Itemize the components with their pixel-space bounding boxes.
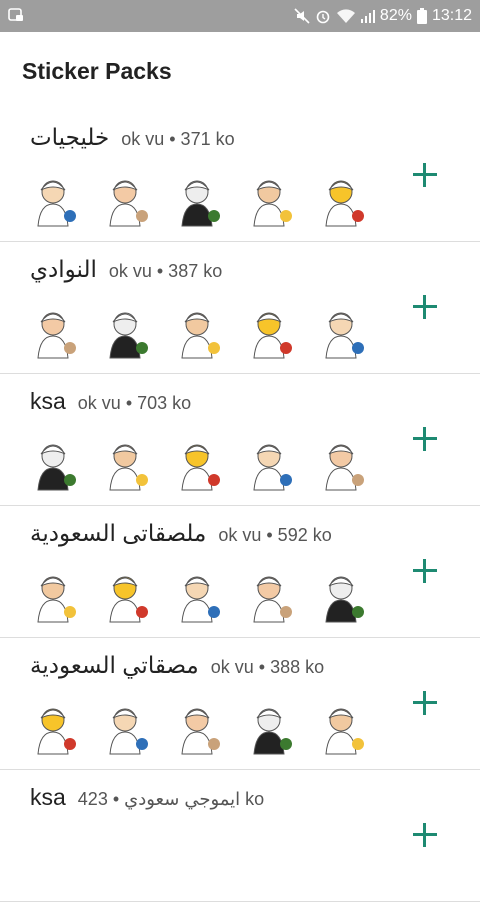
sticker-preview-strip xyxy=(24,170,370,228)
pack-header: مصقاتي السعودية ok vu • 388 ko xyxy=(30,652,324,686)
alarm-icon xyxy=(316,10,330,24)
man-suit-sticker xyxy=(253,180,292,227)
sticker-pack-row[interactable]: ملصقاتى السعودية ok vu • 592 ko xyxy=(0,506,480,638)
pack-name: مصقاتي السعودية xyxy=(30,652,199,678)
sticker-preview-strip xyxy=(24,302,370,360)
pack-meta: ايموجي سعودي • 423 ko xyxy=(77,789,265,809)
app-bar: Sticker Packs xyxy=(0,32,480,110)
add-pack-plus-icon[interactable] xyxy=(412,426,438,452)
emoji-shemagh-5 xyxy=(325,708,364,755)
boy-sticker-4 xyxy=(253,312,292,359)
emoji-shemagh-3 xyxy=(181,708,220,755)
sticker-pack-row[interactable]: النوادي ok vu • 387 ko xyxy=(0,242,480,374)
boy-sticker-2 xyxy=(109,312,148,359)
palm-swords-emblem-sticker xyxy=(325,444,364,491)
wifi-icon xyxy=(336,9,355,23)
sticker-pack-row[interactable]: ksa ايموجي سعودي • 423 ko xyxy=(0,770,480,902)
man-box-sticker xyxy=(325,180,364,227)
screenshot-icon xyxy=(8,8,23,21)
emoji-shemagh-4 xyxy=(253,708,292,755)
signal-icon xyxy=(360,10,375,23)
mute-icon xyxy=(294,8,310,24)
sticker-pack-row[interactable]: مصقاتي السعودية ok vu • 388 ko xyxy=(0,638,480,770)
add-pack-plus-icon[interactable] xyxy=(412,690,438,716)
man-thumbs-up-sticker xyxy=(181,576,220,623)
pack-meta: ok vu • 592 ko xyxy=(218,525,332,545)
pack-header: ksa ok vu • 703 ko xyxy=(30,388,191,422)
king-sketch-sticker xyxy=(37,444,76,491)
battery-percent: 82% xyxy=(379,7,412,24)
status-bar: 82% 13:12 xyxy=(0,0,480,32)
pack-meta: ok vu • 703 ko xyxy=(77,393,192,413)
man-airplane-sticker xyxy=(181,180,220,227)
pack-name: النوادي xyxy=(30,256,97,282)
sticker-pack-list: خليجيات ok vu • 371 ko النوادي ok vu • 387 … xyxy=(0,110,480,902)
boy-sticker-3 xyxy=(181,312,220,359)
add-pack-plus-icon[interactable] xyxy=(412,294,438,320)
man-heart-sticker xyxy=(109,576,148,623)
add-pack-plus-icon[interactable] xyxy=(412,558,438,584)
pack-name: ksa xyxy=(30,784,66,810)
page-title: Sticker Packs xyxy=(22,58,172,84)
pack-name: خليجيات xyxy=(30,124,110,150)
man-car-sticker xyxy=(325,576,364,623)
man-waving-sticker xyxy=(253,576,292,623)
clock: 13:12 xyxy=(431,7,472,24)
prince-sketch-sticker xyxy=(109,444,148,491)
pack-meta: ok vu • 387 ko xyxy=(108,261,223,281)
pack-meta: ok vu • 371 ko xyxy=(121,129,235,149)
pack-header: النوادي ok vu • 387 ko xyxy=(30,256,222,290)
pack-name: ملصقاتى السعودية xyxy=(30,520,207,546)
pack-header: ksa ايموجي سعودي • 423 ko xyxy=(30,784,264,818)
pack-header: ملصقاتى السعودية ok vu • 592 ko xyxy=(30,520,332,554)
sticker-preview-strip xyxy=(24,566,370,624)
battery-icon xyxy=(416,8,427,24)
emoji-shemagh-2 xyxy=(109,708,148,755)
man-portrait-sticker xyxy=(253,444,292,491)
add-pack-plus-icon[interactable] xyxy=(412,162,438,188)
man-sunglasses-sticker xyxy=(109,180,148,227)
boy-sticker-5 xyxy=(325,312,364,359)
sticker-pack-row[interactable]: ksa ok vu • 703 ko xyxy=(0,374,480,506)
pack-name: ksa xyxy=(30,388,66,414)
cloaked-figure-sticker xyxy=(181,444,220,491)
add-pack-plus-icon[interactable] xyxy=(412,822,438,848)
emoji-shemagh-1 xyxy=(37,708,76,755)
pack-meta: ok vu • 388 ko xyxy=(210,657,325,677)
boy-sticker-1 xyxy=(37,312,76,359)
pack-header: خليجيات ok vu • 371 ko xyxy=(30,124,235,158)
sticker-pack-row[interactable]: خليجيات ok vu • 371 ko xyxy=(0,110,480,242)
sticker-preview-strip xyxy=(24,698,370,756)
sticker-preview-strip xyxy=(24,434,370,492)
man-laptop-sticker xyxy=(37,180,76,227)
man-pointing-sticker xyxy=(37,576,76,623)
